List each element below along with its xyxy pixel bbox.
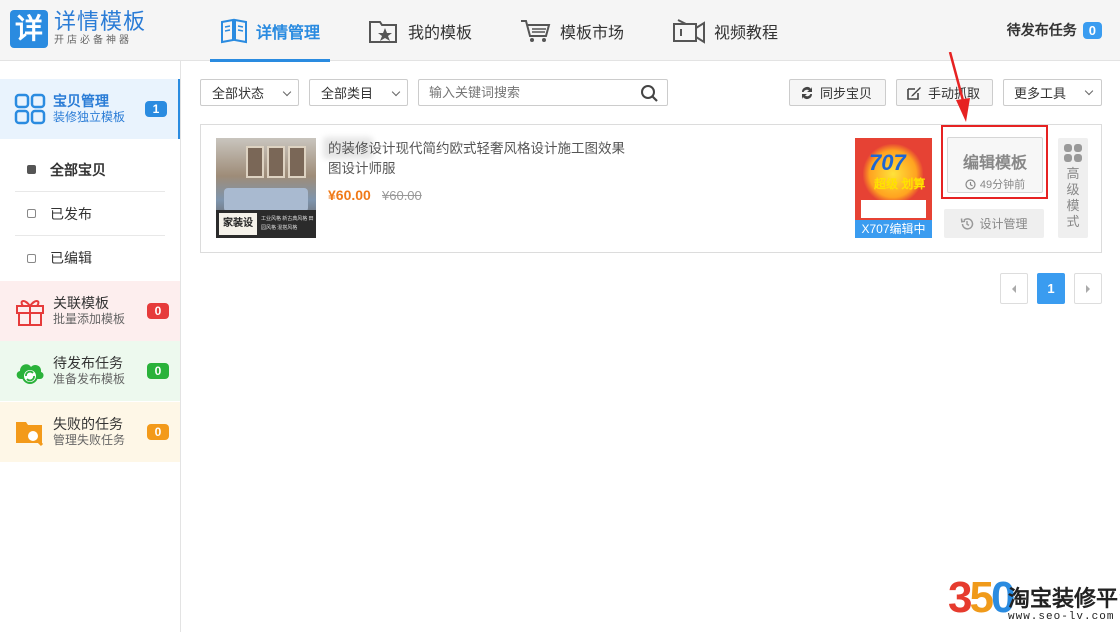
chevron-down-icon: [391, 87, 401, 97]
prev-page-button[interactable]: [1000, 273, 1028, 304]
red-arrow-icon: [948, 52, 970, 122]
watermark-name: 淘宝装修平台: [1008, 586, 1120, 611]
product-original-price: ¥60.00: [382, 188, 422, 203]
category-filter-dropdown[interactable]: 全部类目: [309, 79, 408, 106]
thumb-label: 家装设计: [219, 213, 257, 235]
sidebar-item-subtitle: 准备发布模板: [53, 372, 126, 386]
next-page-button[interactable]: [1074, 273, 1102, 304]
pending-label: 待发布任务: [1006, 22, 1077, 38]
sub-item-published[interactable]: 已发布: [15, 192, 165, 236]
count-badge: 0: [147, 363, 169, 379]
chevron-down-icon: [1084, 86, 1094, 96]
sync-icon: [802, 86, 812, 99]
pending-count-badge: 0: [1082, 21, 1102, 39]
sidebar-item-subtitle: 批量添加模板: [53, 312, 126, 326]
sidebar-item-failed-tasks[interactable]: 失败的任务 管理失败任务 0: [0, 402, 180, 462]
sub-item-label: 已发布: [50, 205, 92, 222]
chevron-right-icon: [1086, 284, 1090, 293]
product-title[interactable]: 的装修设计现代简约欧式轻奢风格设计施工图效果图设计师服: [328, 139, 628, 179]
watermark-digit: 3: [948, 573, 973, 622]
star-folder-icon: [369, 20, 398, 43]
sync-products-button[interactable]: 同步宝贝: [789, 79, 886, 106]
sub-item-label: 已编辑: [50, 250, 92, 266]
page-button-current[interactable]: 1: [1037, 273, 1065, 304]
folder-search-icon: [16, 422, 44, 447]
button-label: 设计管理: [979, 217, 1028, 231]
product-card: 家装设计 工业风格 新古典风格 田园风格 混搭风格 的装修设计现代简约欧式轻奢风…: [200, 124, 1102, 253]
count-badge: 0: [147, 303, 169, 319]
main-nav: 详情管理 我的模板 模板市场 视频教程: [210, 0, 816, 62]
count-badge: 0: [147, 424, 169, 440]
sidebar-item-pending-tasks[interactable]: 待发布任务 准备发布模板 0: [0, 341, 180, 401]
sidebar-item-title: 失败的任务: [53, 416, 123, 432]
template-big-text: 707: [869, 150, 906, 175]
bullet-icon: [27, 209, 36, 218]
watermark-url: www.seo-lv.com: [1008, 611, 1115, 623]
nav-video-tutorials[interactable]: 视频教程: [662, 0, 788, 61]
thumb-tags: 工业风格 新古典风格 田园风格 混搭风格: [261, 217, 314, 231]
app-title: 详情模板: [54, 9, 147, 34]
nav-label: 详情管理: [256, 24, 321, 42]
product-price: ¥60.00: [328, 187, 371, 203]
count-badge: 1: [145, 101, 167, 117]
button-label: 高级模式: [1066, 166, 1080, 229]
watermark-logo: 350 淘宝装修平台 www.seo-lv.com: [948, 573, 1120, 630]
search-input[interactable]: [419, 80, 629, 105]
bullet-icon: [27, 165, 36, 174]
search-box: [418, 79, 668, 106]
sidebar: 宝贝管理 装修独立模板 1 全部宝贝 已发布 已编辑 关联模板 批量添加模板 0…: [0, 61, 181, 632]
highlight-box: [941, 125, 1048, 199]
sidebar-item-linked-templates[interactable]: 关联模板 批量添加模板 0: [0, 281, 180, 341]
video-icon: [673, 18, 706, 44]
nav-label: 模板市场: [560, 24, 625, 42]
bullet-icon: [27, 253, 36, 263]
sidebar-item-title: 宝贝管理: [53, 93, 109, 109]
button-label: 更多工具: [1014, 86, 1067, 101]
sidebar-item-product-management[interactable]: 宝贝管理 装修独立模板 1: [0, 79, 180, 139]
sidebar-item-subtitle: 管理失败任务: [53, 433, 126, 447]
book-icon: [221, 18, 247, 43]
pending-tasks[interactable]: 待发布任务 0: [1007, 20, 1102, 40]
history-icon: [961, 217, 974, 230]
dropdown-value: 全部状态: [212, 86, 265, 101]
nav-template-market[interactable]: 模板市场: [510, 0, 634, 61]
dropdown-value: 全部类目: [321, 86, 374, 101]
cart-icon: [521, 19, 551, 42]
sub-item-label: 全部宝贝: [50, 161, 106, 178]
search-icon[interactable]: [640, 84, 659, 103]
edit-box-icon: [907, 86, 921, 100]
watermark-digit: 5: [969, 573, 994, 622]
sidebar-item-title: 关联模板: [53, 295, 109, 311]
nav-label: 视频教程: [714, 24, 779, 42]
app-subtitle: 开店必备神器: [54, 35, 132, 46]
status-filter-dropdown[interactable]: 全部状态: [200, 79, 299, 106]
app-logo[interactable]: 详 详情模板 开店必备神器: [10, 10, 146, 48]
sidebar-item-title: 待发布任务: [53, 355, 123, 371]
button-label: 同步宝贝: [820, 86, 873, 101]
more-tools-dropdown[interactable]: 更多工具: [1003, 79, 1102, 106]
template-mid-text: 超级 划算: [874, 177, 926, 191]
sub-item-all-products[interactable]: 全部宝贝: [15, 148, 165, 192]
product-thumbnail[interactable]: 家装设计 工业风格 新古典风格 田园风格 混搭风格: [216, 138, 316, 238]
template-status-badge: X707编辑中: [855, 220, 932, 238]
grid-icon: [14, 93, 46, 125]
nav-detail-management[interactable]: 详情管理: [210, 0, 331, 62]
cloud-sync-icon: [16, 364, 44, 384]
nav-my-templates[interactable]: 我的模板: [358, 0, 482, 61]
design-management-button[interactable]: 设计管理: [944, 209, 1044, 238]
sub-item-edited[interactable]: 已编辑: [15, 236, 165, 280]
advanced-mode-button[interactable]: 高级模式: [1058, 138, 1088, 238]
apps-icon: [1064, 144, 1082, 162]
chevron-left-icon: [1012, 284, 1016, 293]
gift-icon: [16, 300, 44, 326]
sidebar-item-subtitle: 装修独立模板: [53, 110, 126, 124]
logo-mark: 详: [10, 10, 48, 48]
nav-label: 我的模板: [408, 24, 473, 42]
chevron-down-icon: [282, 87, 292, 97]
